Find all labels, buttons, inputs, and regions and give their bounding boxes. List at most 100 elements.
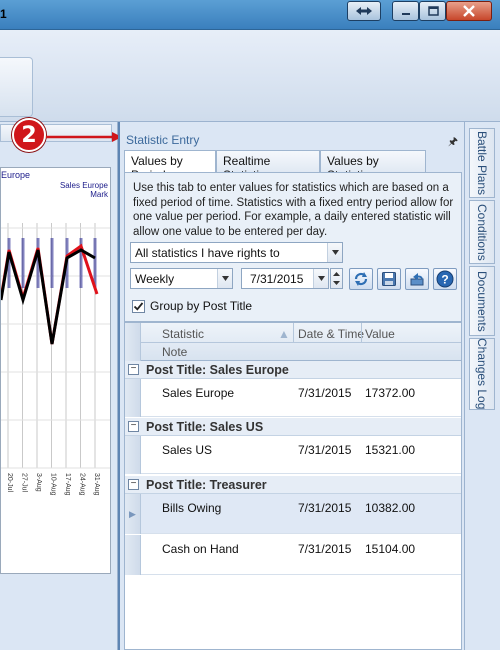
table-row-selected[interactable]: ▶ Bills Owing 7/31/2015 10382.00 [125,494,461,534]
group-header-sales-europe[interactable]: − Post Title: Sales Europe [125,361,461,379]
column-header-date[interactable]: Date & Time [298,327,364,341]
chart-x-tick-label: 31-Aug [93,473,100,496]
minimize-icon [401,13,410,15]
period-dropdown[interactable]: Weekly [130,268,233,289]
side-tab-conditions[interactable]: Conditions [469,200,495,264]
group-header-sales-us[interactable]: − Post Title: Sales US [125,418,461,436]
statistic-filter-value: All statistics I have rights to [135,246,280,260]
date-spinner[interactable] [330,268,343,289]
grid-header: Statistic ▲ Date & Time Value Note [125,323,461,361]
spinner-arrows-icon [333,272,340,285]
date-value: 7/31/2015 [250,272,304,286]
group-title: Post Title: Treasurer [146,478,267,492]
side-tab-battle-plans[interactable]: Battle Plans [469,128,495,198]
chart-x-tick-label: 20-Jul [6,473,13,493]
svg-text:?: ? [441,273,448,287]
pane-title: Statistic Entry [126,133,200,147]
side-tab-changes-log[interactable]: Changes Log [469,338,495,410]
statistic-filter-dropdown[interactable]: All statistics I have rights to [130,242,343,263]
header-selector [125,323,141,361]
side-tab-label: Changes Log [475,338,489,410]
row-selector[interactable] [125,436,141,474]
callout-badge: 2 [12,118,46,152]
window-title: 1 [0,7,7,21]
table-row[interactable]: Cash on Hand 7/31/2015 15104.00 [125,535,461,575]
cell-date[interactable]: 7/31/2015 [298,443,351,457]
chart-data-label [50,238,54,288]
sort-arrow-icon: ▲ [278,327,290,341]
side-tab-label: Battle Plans [475,130,489,196]
cell-statistic[interactable]: Bills Owing [162,501,221,515]
side-tab-documents[interactable]: Documents [469,266,495,336]
collapse-icon[interactable]: − [128,421,139,432]
column-header-value[interactable]: Value [365,327,395,341]
cell-date[interactable]: 7/31/2015 [298,386,351,400]
row-selector[interactable]: ▶ [125,494,141,534]
refresh-button[interactable] [349,268,373,290]
save-button[interactable] [377,268,401,290]
cell-statistic[interactable]: Sales US [162,443,212,457]
help-icon: ? [436,270,454,288]
tab-values-by-statistic[interactable]: Values by Statistic [320,150,426,182]
chart-x-tick-label: 3-Aug [35,473,42,492]
undo-button[interactable] [405,268,429,290]
chart-x-tick-label: 10-Aug [50,473,57,496]
collapse-icon[interactable]: − [128,479,139,490]
header-divider [141,342,461,343]
cell-statistic[interactable]: Sales Europe [162,386,234,400]
close-icon [463,5,475,17]
chart-area: Europe Sales Europe Mark 20-Jul 27-Jul 3-A… [0,167,111,574]
column-divider [293,323,294,342]
maximize-button[interactable] [419,1,446,21]
chart-x-tick-label: 27-Jul [21,473,28,493]
chevron-down-icon [217,269,232,288]
current-row-indicator-icon: ▶ [129,509,136,519]
period-value: Weekly [135,272,175,286]
maximize-icon [427,6,439,16]
undo-icon [410,273,424,286]
group-title: Post Title: Sales US [146,420,264,434]
date-picker[interactable]: 7/31/2015 [241,268,329,289]
cell-date[interactable]: 7/31/2015 [298,501,351,515]
row-selector[interactable] [125,535,141,575]
group-by-checkbox[interactable] [132,299,145,313]
tab-realtime-statistics[interactable]: Realtime Statistics [216,150,320,182]
cell-value[interactable]: 15321.00 [365,443,415,457]
help-button[interactable]: ? [433,268,457,290]
cell-value[interactable]: 10382.00 [365,501,415,515]
statistic-entry-pane: Statistic Entry 🖈 Values by Period Realt… [118,122,464,650]
tab-bar: Values by Period Realtime Statistics Val… [124,150,462,182]
table-row[interactable]: Sales US 7/31/2015 15321.00 [125,436,461,474]
callout-arrow-icon [46,132,122,142]
cell-value[interactable]: 17372.00 [365,386,415,400]
cell-statistic[interactable]: Cash on Hand [162,542,239,556]
tab-values-by-period[interactable]: Values by Period [124,150,216,182]
chart-pane: Europe Sales Europe Mark 20-Jul 27-Jul 3-A… [0,122,118,650]
side-tab-label: Conditions [475,203,489,261]
ribbon [0,30,500,122]
minimize-button[interactable] [392,1,419,21]
row-selector[interactable] [125,379,141,417]
column-header-statistic[interactable]: Statistic [162,327,204,341]
resize-window-button[interactable] [347,1,381,21]
chevron-down-icon [313,269,328,288]
side-tab-label: Documents [475,270,489,332]
collapse-icon[interactable]: − [128,364,139,375]
group-title: Post Title: Sales Europe [146,363,289,377]
group-header-treasurer[interactable]: − Post Title: Treasurer [125,476,461,494]
ribbon-button[interactable] [0,57,33,117]
side-tab-bar: Battle Plans Conditions Documents Change… [464,122,500,650]
close-button[interactable] [446,1,492,21]
table-row[interactable]: Sales Europe 7/31/2015 17372.00 [125,379,461,417]
cell-value[interactable]: 15104.00 [365,542,415,556]
column-divider [361,323,362,342]
cell-date[interactable]: 7/31/2015 [298,542,351,556]
description-text: Use this tab to enter values for statist… [133,182,454,238]
chart-x-tick-label: 17-Aug [64,473,71,496]
resize-arrows-icon [356,7,372,15]
column-header-note[interactable]: Note [162,345,187,359]
pane-header: Statistic Entry 🖈 [120,130,464,150]
group-by-post-title-option[interactable]: Group by Post Title [132,298,252,314]
save-icon [382,272,396,286]
group-by-label: Group by Post Title [150,299,253,313]
